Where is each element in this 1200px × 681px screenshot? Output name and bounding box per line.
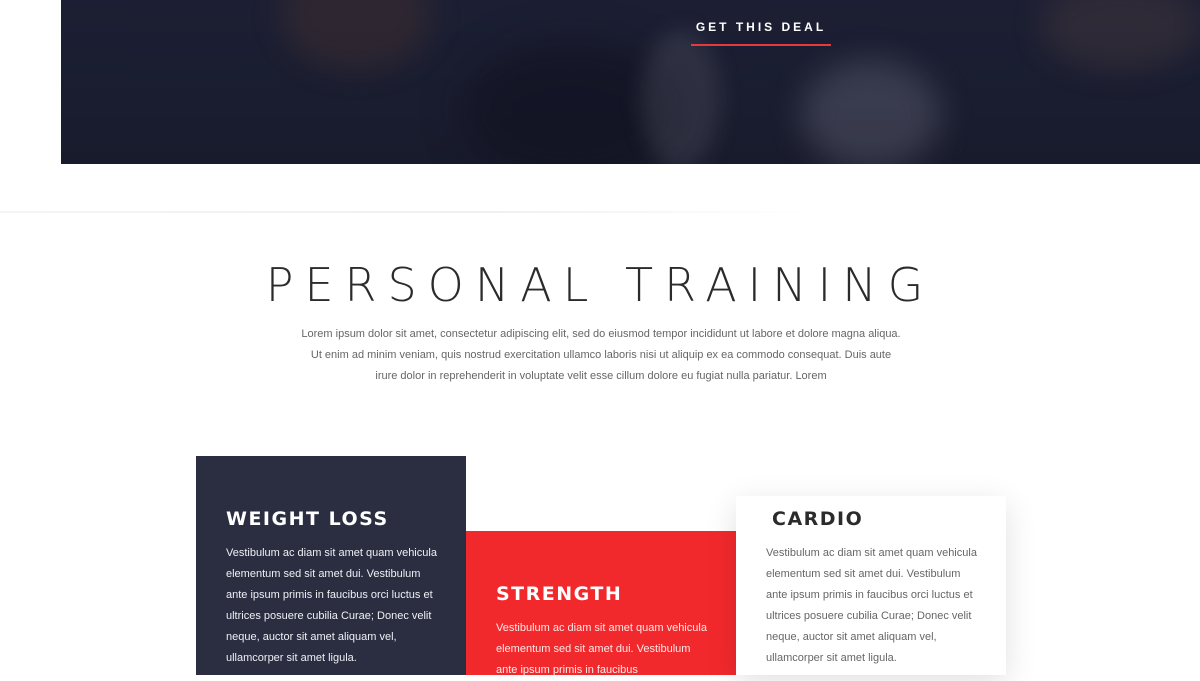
card-cardio[interactable]: CARDIO Vestibulum ac diam sit amet quam … (736, 496, 1006, 675)
card-text: Vestibulum ac diam sit amet quam vehicul… (766, 547, 977, 664)
card-title: CARDIO (772, 508, 864, 530)
hero-banner: GET THIS DEAL (61, 0, 1200, 164)
card-text: Vestibulum ac diam sit amet quam vehicul… (496, 622, 707, 676)
card-title: WEIGHT LOSS (226, 508, 389, 530)
card-text: Vestibulum ac diam sit amet quam vehicul… (226, 547, 437, 664)
section-description: Lorem ipsum dolor sit amet, consectetur … (301, 328, 901, 382)
page-title: PERSONAL TRAINING (265, 258, 935, 312)
section-divider (0, 211, 815, 213)
hero-image-shade (1041, 0, 1200, 70)
card-title: STRENGTH (496, 583, 623, 605)
hero-image-shade (641, 30, 721, 164)
hero-image-shade (801, 60, 941, 164)
get-this-deal-button[interactable]: GET THIS DEAL (691, 8, 831, 46)
hero-image-shade (281, 0, 431, 70)
deal-button-underline (691, 44, 831, 46)
card-strength[interactable]: STRENGTH Vestibulum ac diam sit amet qua… (466, 531, 736, 676)
card-weight-loss[interactable]: WEIGHT LOSS Vestibulum ac diam sit amet … (196, 456, 466, 675)
